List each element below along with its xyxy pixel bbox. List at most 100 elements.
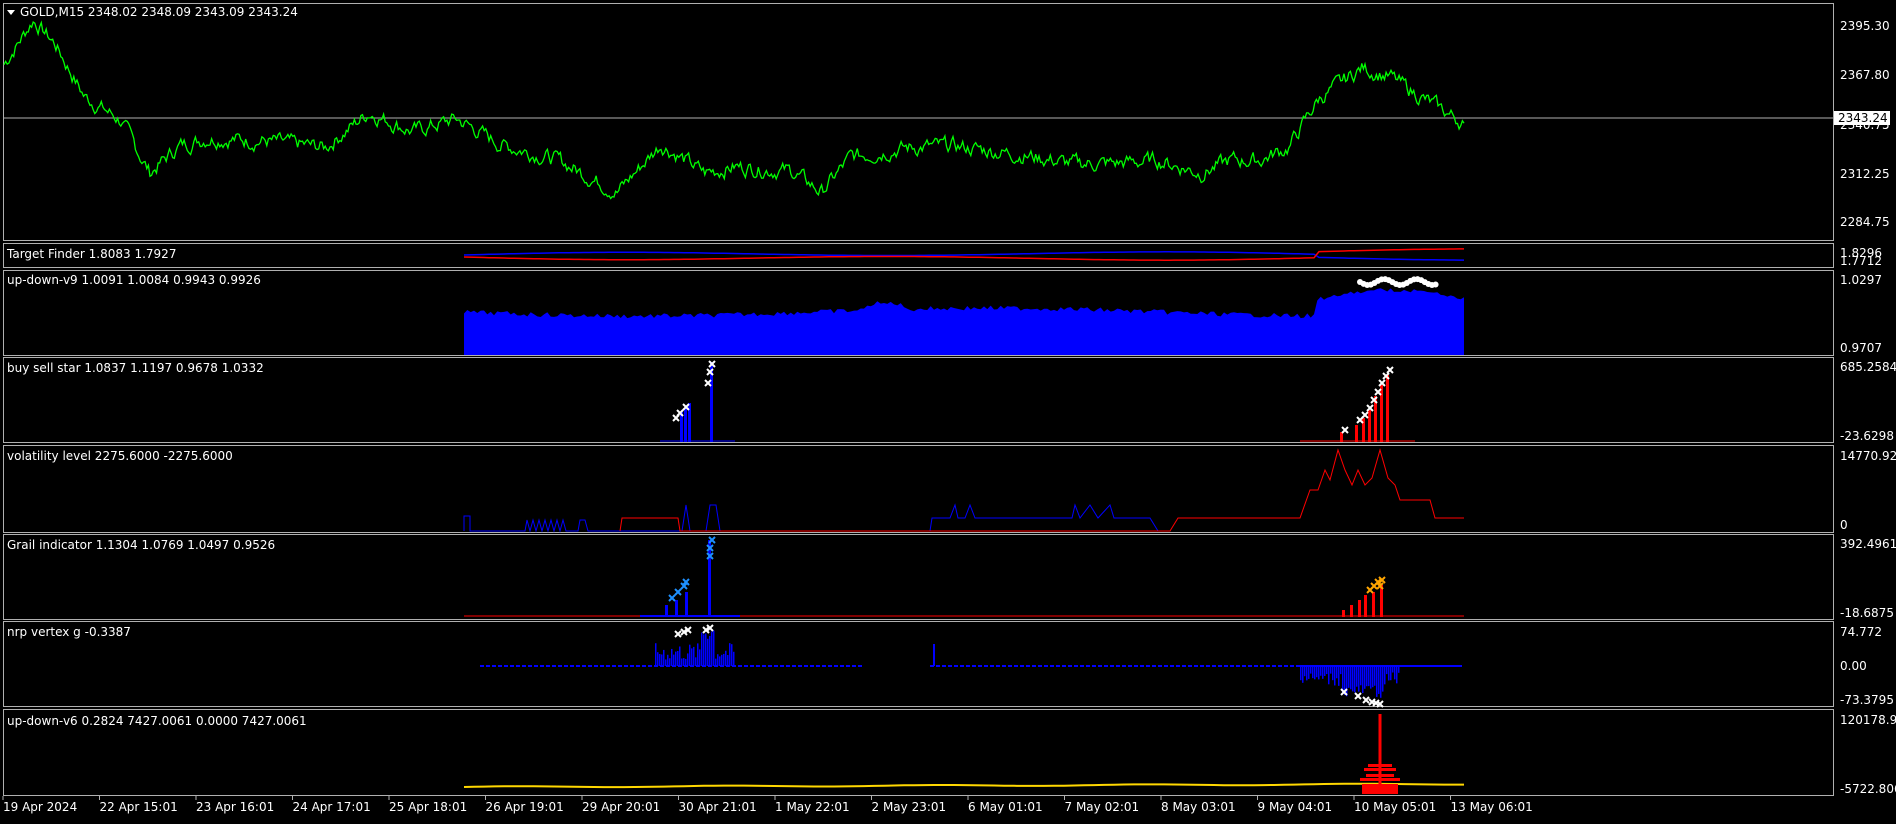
nrp-bar	[1322, 666, 1324, 679]
nrp-dash	[1290, 665, 1294, 667]
nrp-bar	[1398, 666, 1400, 673]
nrp-bar	[1340, 666, 1342, 675]
nrp-bar	[1382, 666, 1384, 692]
nrp-bar	[1378, 666, 1380, 694]
nrp-dash	[990, 665, 994, 667]
nrp-bar	[1348, 666, 1350, 688]
v6-bar	[1360, 778, 1400, 781]
nrp-bar	[1350, 666, 1352, 690]
chart-header: GOLD,M15 2348.02 2348.09 2343.09 2343.24	[7, 5, 298, 19]
nrp-bar	[1310, 666, 1312, 674]
axis-tick: -23.6298	[1840, 429, 1894, 443]
nrp-dash	[810, 665, 814, 667]
nrp-dash	[546, 665, 550, 667]
nrp-dash	[576, 665, 580, 667]
nrp-dash	[582, 665, 586, 667]
nrp-bar	[689, 644, 691, 666]
nrp-bar	[731, 644, 733, 666]
current-price-badge: 2343.24	[1834, 111, 1890, 125]
nrp-bar	[1304, 666, 1306, 677]
time-label: 1 May 22:01	[775, 800, 850, 814]
nrp-dash	[1086, 665, 1090, 667]
nrp-bar	[715, 658, 717, 666]
nrp-dash	[1038, 665, 1042, 667]
nrp-dash	[534, 665, 538, 667]
axis-tick: 685.2584	[1840, 360, 1896, 374]
nrp-dash	[786, 665, 790, 667]
nrp-bar	[1372, 666, 1374, 688]
nrp-bar	[691, 648, 693, 666]
nrp-dash	[1020, 665, 1024, 667]
nrp-dash	[1248, 665, 1252, 667]
nrp-dash	[1116, 665, 1120, 667]
nrp-dash	[1284, 665, 1288, 667]
nrp-dash	[852, 665, 856, 667]
nrp-dash	[858, 665, 862, 667]
nrp-dash	[768, 665, 772, 667]
nrp-dash	[630, 665, 634, 667]
nrp-dash	[1122, 665, 1126, 667]
nrp-dash	[540, 665, 544, 667]
nrp-bar	[679, 646, 681, 666]
nrp-dash	[828, 665, 832, 667]
nrp-bar	[1388, 666, 1390, 681]
bss-bar	[1355, 425, 1358, 442]
bss-bar	[1386, 375, 1389, 442]
nrp-dash	[1032, 665, 1036, 667]
nrp-bar	[1390, 666, 1392, 681]
nrp-dash	[750, 665, 754, 667]
time-label: 30 Apr 21:01	[679, 800, 757, 814]
nrp-dash	[606, 665, 610, 667]
nrp-dash	[804, 665, 808, 667]
nrp-dash	[798, 665, 802, 667]
axis-tick: -73.3795	[1840, 693, 1894, 707]
nrp-dash	[1140, 665, 1144, 667]
nrp-dash	[600, 665, 604, 667]
nrp-dash	[1194, 665, 1198, 667]
time-label: 6 May 01:01	[968, 800, 1043, 814]
nrp-dash	[558, 665, 562, 667]
nrp-bar	[723, 653, 725, 666]
indicator-header: Target Finder 1.8083 1.7927	[6, 247, 176, 261]
nrp-dash	[1014, 665, 1018, 667]
nrp-dash	[1176, 665, 1180, 667]
nrp-dash	[516, 665, 520, 667]
nrp-bar	[1356, 666, 1358, 687]
nrp-bar	[713, 630, 715, 666]
nrp-bar	[701, 632, 703, 666]
nrp-dash	[1002, 665, 1006, 667]
nrp-dash	[1236, 665, 1240, 667]
price-tick: 2367.80	[1840, 68, 1890, 82]
nrp-bar	[1346, 666, 1348, 697]
nrp-dash	[1134, 665, 1138, 667]
axis-tick: 1.7712	[1840, 254, 1882, 268]
indicator-header: up-down-v9 1.0091 1.0084 0.9943 0.9926	[7, 273, 261, 287]
nrp-bar	[729, 643, 731, 666]
nrp-bar	[667, 654, 669, 666]
nrp-dash	[966, 665, 970, 667]
time-label: 2 May 23:01	[872, 800, 947, 814]
nrp-bar	[1362, 666, 1364, 694]
nrp-dash	[480, 665, 484, 667]
nrp-bar	[1302, 666, 1304, 683]
v6-bar	[1366, 774, 1394, 777]
time-label: 25 Apr 18:01	[389, 800, 467, 814]
nrp-dash	[936, 665, 940, 667]
nrp-bar	[1376, 666, 1378, 697]
nrp-dash	[738, 665, 742, 667]
nrp-dash	[1044, 665, 1048, 667]
nrp-bar	[673, 654, 675, 666]
nrp-dash	[834, 665, 838, 667]
indicator-header: buy sell star 1.0837 1.1197 0.9678 1.033…	[7, 361, 264, 375]
axis-tick: 392.4961	[1840, 537, 1896, 551]
nrp-dash	[1158, 665, 1162, 667]
nrp-bar	[721, 654, 723, 666]
nrp-dash	[780, 665, 784, 667]
nrp-bar	[1374, 666, 1376, 686]
chart-canvas[interactable]: GOLD,M15 2348.02 2348.09 2343.09 2343.24…	[0, 0, 1896, 820]
nrp-dash	[774, 665, 778, 667]
nrp-dash	[486, 665, 490, 667]
nrp-dash	[570, 665, 574, 667]
grail-bar	[1380, 585, 1383, 617]
nrp-dash	[1224, 665, 1228, 667]
